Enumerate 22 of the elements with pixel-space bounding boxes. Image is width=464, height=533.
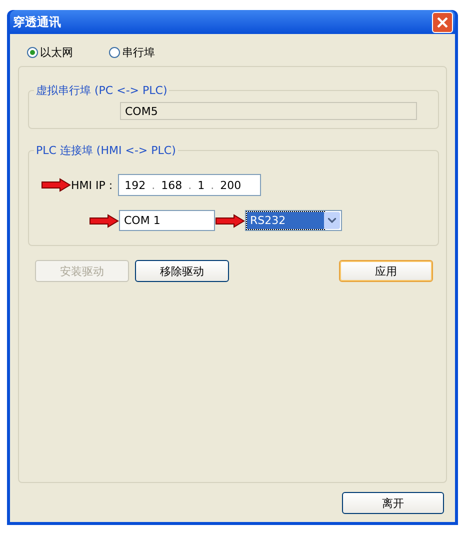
radio-option[interactable]: 串行埠: [109, 44, 155, 60]
arrow-icon: [215, 214, 245, 228]
protocol-dropdown[interactable]: RS232: [245, 210, 342, 231]
window-title: 穿透通讯: [13, 14, 61, 30]
close-icon: [437, 16, 448, 28]
radio-option[interactable]: 以太网: [27, 44, 73, 60]
arrow-icon: [89, 214, 119, 228]
ip-label: HMI IP :: [71, 178, 113, 192]
ip-field[interactable]: 192 . 168 . 1 . 200: [118, 174, 261, 196]
group-title: 虚拟串行埠 (PC <-> PLC): [35, 83, 168, 98]
close-button[interactable]: [432, 12, 453, 32]
leave-button[interactable]: 离开: [342, 492, 444, 514]
caret-icon: [328, 218, 336, 223]
action-button[interactable]: 移除驱动: [135, 260, 229, 282]
arrow-icon: [41, 178, 71, 192]
ip-separator: .: [152, 178, 156, 192]
group-title: PLC 连接埠 (HMI <-> PLC): [35, 143, 177, 158]
port-field: COM5: [120, 102, 417, 120]
ip-separator: .: [188, 178, 192, 192]
action-button[interactable]: 应用: [339, 260, 433, 282]
ip-separator: .: [210, 178, 214, 192]
port-dropdown[interactable]: COM 1: [119, 210, 215, 231]
